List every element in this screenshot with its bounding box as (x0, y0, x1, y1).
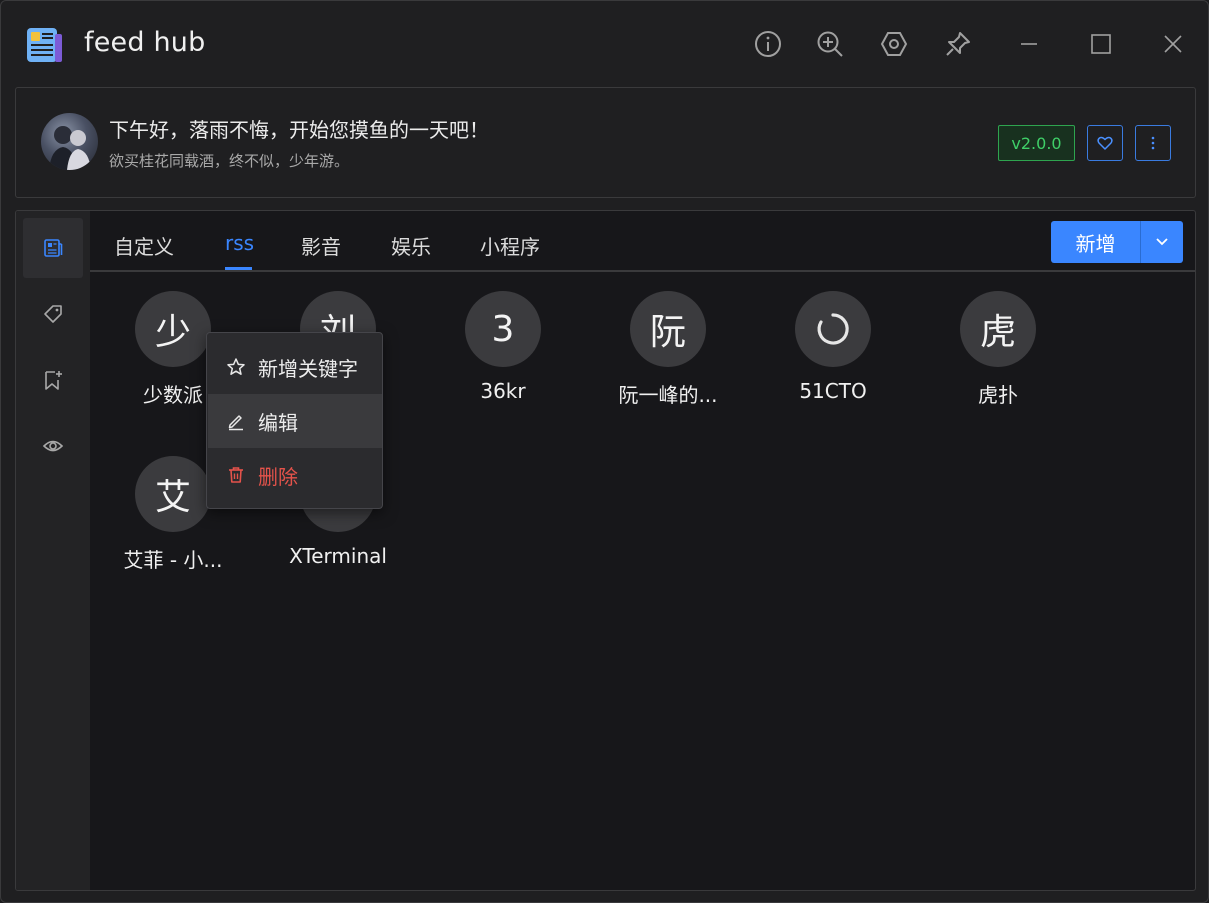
feed-avatar: 艾 (135, 456, 211, 532)
sidebar-item-watch[interactable] (23, 416, 83, 476)
delete-menu-item[interactable]: 删除 (208, 448, 382, 502)
greeting-title: 下午好，落雨不悔，开始您摸鱼的一天吧！ (109, 118, 489, 142)
sidebar-item-tags[interactable] (23, 284, 83, 344)
loading-spinner-icon (817, 313, 849, 345)
category-tabs: 自定义 rss 影音 娱乐 小程序 (90, 211, 1195, 272)
more-vertical-icon (1151, 136, 1155, 150)
version-badge[interactable]: v2.0.0 (998, 125, 1075, 161)
zoom-in-icon[interactable] (815, 29, 845, 59)
avatar[interactable] (41, 113, 98, 170)
close-icon[interactable] (1158, 29, 1188, 59)
feed-avatar: 少 (135, 291, 211, 367)
feed-label: 阮一峰的... (618, 383, 718, 407)
maximize-icon[interactable] (1086, 29, 1116, 59)
newspaper-icon (44, 239, 63, 257)
tab-media[interactable]: 影音 (301, 231, 341, 260)
feed-avatar: 阮 (630, 291, 706, 367)
tab-rss[interactable]: rss (225, 231, 254, 255)
star-icon (227, 358, 245, 375)
feed-item[interactable]: 虎 虎扑 (923, 291, 1073, 421)
tab-mini-programs[interactable]: 小程序 (480, 231, 540, 260)
greeting-subtitle: 欲买桂花同载酒，终不似，少年游。 (109, 152, 350, 170)
feed-item[interactable]: 3 36kr (428, 291, 578, 421)
edit-icon (228, 415, 243, 431)
favorite-button[interactable] (1087, 125, 1123, 161)
minimize-icon[interactable] (1014, 29, 1044, 59)
feed-item[interactable]: 阮 阮一峰的... (593, 291, 743, 421)
app-window: feed hub 下午好，落雨不悔，开始您摸鱼的一天吧！ 欲买桂花同载酒，终不似… (0, 0, 1209, 903)
feed-label: 51CTO (799, 379, 867, 403)
sidebar-item-bookmarks[interactable] (23, 350, 83, 410)
sidebar-item-feeds[interactable] (23, 218, 83, 278)
feed-item[interactable]: 51CTO (758, 291, 908, 421)
bookmark-add-icon (45, 371, 62, 390)
title-bar: feed hub (1, 1, 1208, 87)
feed-label: 36kr (480, 379, 526, 403)
menu-item-label: 新增关键字 (258, 356, 358, 381)
edit-menu-item[interactable]: 编辑 (208, 394, 382, 448)
feed-avatar (795, 291, 871, 367)
active-tab-indicator (225, 267, 252, 270)
info-icon[interactable] (753, 29, 783, 59)
tab-custom[interactable]: 自定义 (114, 231, 174, 260)
sidebar (16, 211, 90, 890)
add-dropdown-button[interactable] (1141, 221, 1183, 263)
feed-label: 艾菲 - 小... (123, 548, 223, 572)
feed-avatar: 3 (465, 291, 541, 367)
trash-icon (229, 467, 243, 483)
greeting-card: 下午好，落雨不悔，开始您摸鱼的一天吧！ 欲买桂花同载酒，终不似，少年游。 v2.… (15, 87, 1196, 198)
feed-label: 虎扑 (978, 383, 1018, 407)
settings-hex-icon[interactable] (879, 29, 909, 59)
heart-icon (1097, 136, 1113, 150)
app-logo-icon (27, 28, 62, 62)
tag-icon (44, 305, 62, 323)
add-keyword-menu-item[interactable]: 新增关键字 (208, 340, 382, 394)
eye-icon (42, 440, 64, 452)
add-button[interactable]: 新增 (1051, 221, 1140, 263)
chevron-down-icon (1156, 238, 1168, 246)
feed-avatar: 虎 (960, 291, 1036, 367)
menu-item-label: 删除 (258, 464, 298, 489)
context-menu: 新增关键字 编辑 删除 (206, 332, 383, 509)
main-panel: 自定义 rss 影音 娱乐 小程序 新增 少 少数派 刘 3 36kr 阮 阮一… (15, 210, 1196, 891)
app-title: feed hub (84, 27, 206, 58)
menu-item-label: 编辑 (258, 410, 298, 435)
tab-entertainment[interactable]: 娱乐 (391, 231, 431, 260)
pin-icon[interactable] (943, 29, 973, 59)
feed-label: XTerminal (289, 544, 387, 568)
more-menu-button[interactable] (1135, 125, 1171, 161)
